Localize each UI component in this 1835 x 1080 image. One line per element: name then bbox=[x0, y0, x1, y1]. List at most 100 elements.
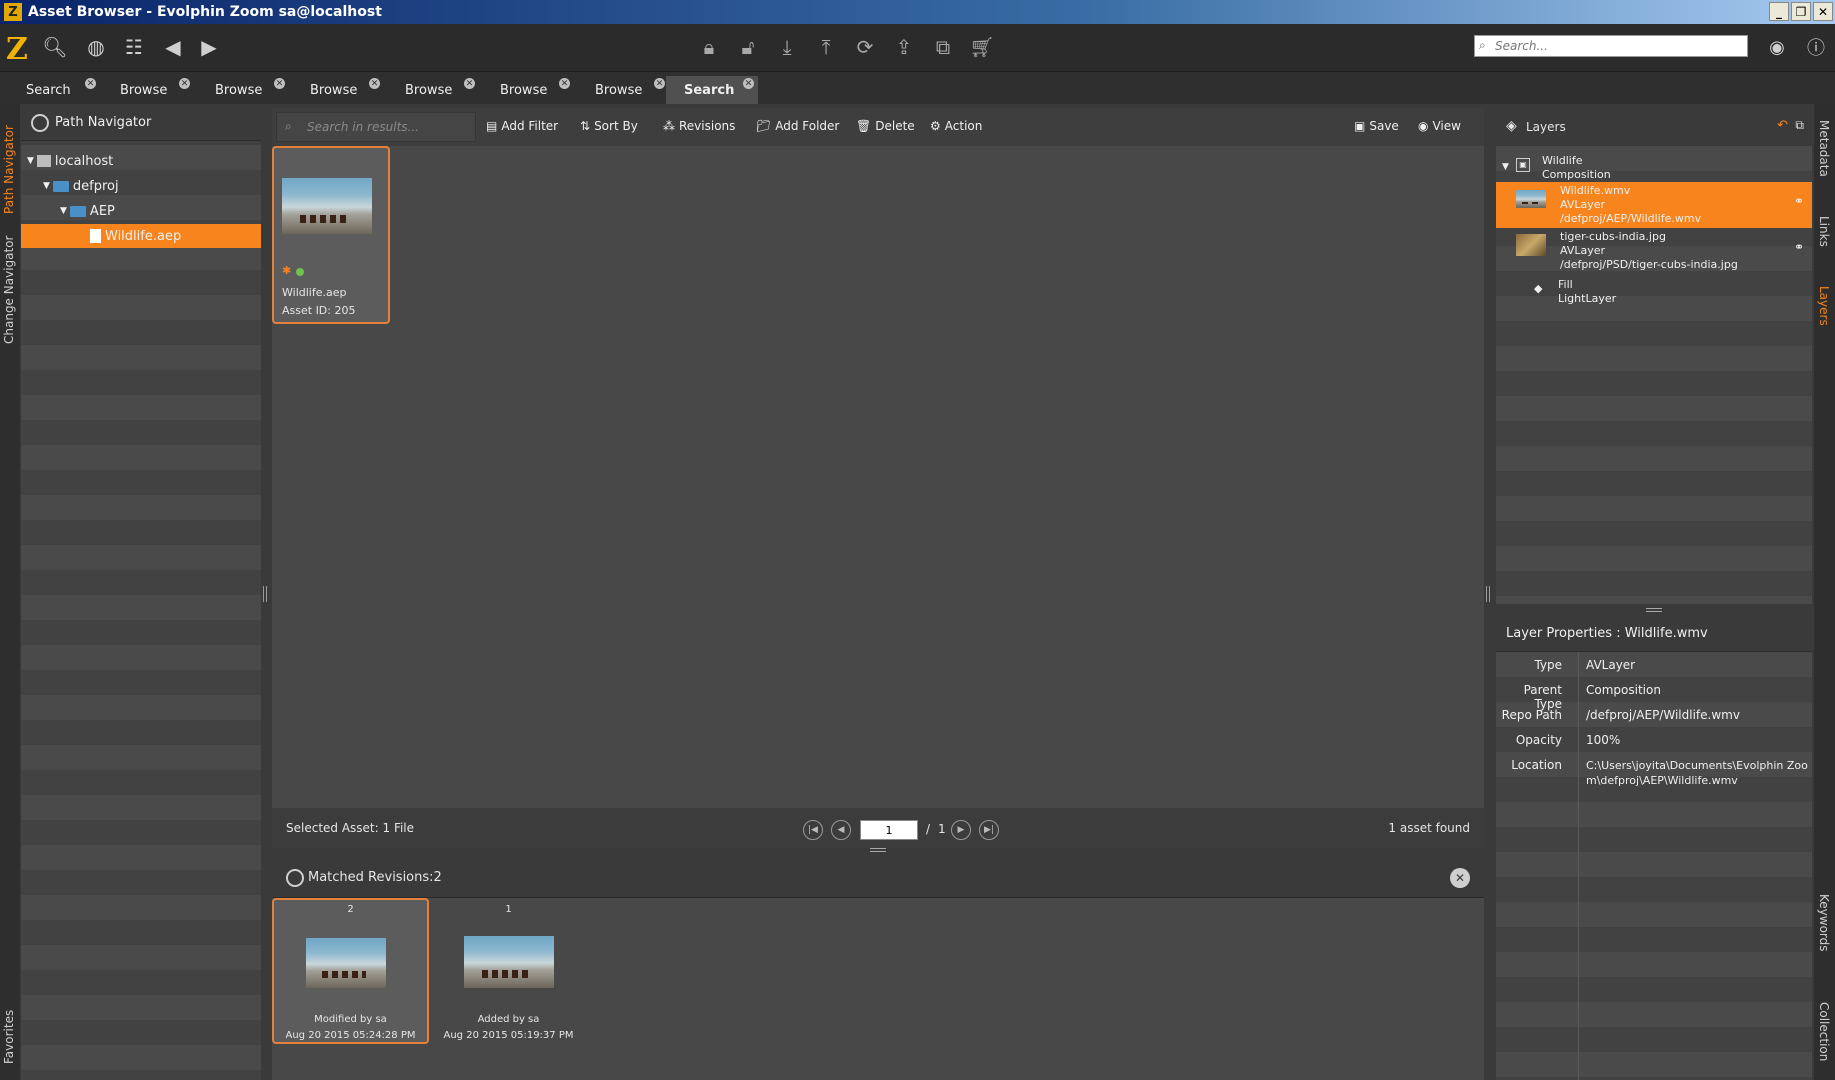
folder-icon bbox=[69, 205, 86, 217]
asset-name: Wildlife.aep bbox=[282, 286, 347, 299]
total-pages: 1 bbox=[938, 822, 946, 836]
page-separator: / bbox=[926, 822, 931, 836]
expand-triangle-icon[interactable]: ▼ bbox=[1502, 160, 1509, 174]
close-tab-icon[interactable]: ✕ bbox=[464, 78, 475, 89]
tree-node-aep[interactable]: ▼ AEP bbox=[60, 199, 115, 223]
close-window-button[interactable]: ✕ bbox=[1813, 2, 1833, 21]
tab-search[interactable]: Search ✕ bbox=[8, 76, 100, 104]
delete-button[interactable]: 🗑︎ Delete bbox=[856, 119, 915, 133]
close-revisions-button[interactable]: ✕ bbox=[1450, 868, 1470, 888]
layers-icon: ◈ bbox=[1506, 118, 1517, 134]
layer-root-composition[interactable]: ▼ ▣ Wildlife Composition bbox=[1496, 150, 1812, 184]
layer-properties-title: Layer Properties : Wildlife.wmv bbox=[1506, 626, 1708, 641]
page-number-input[interactable] bbox=[860, 820, 918, 840]
lock-icon[interactable]: 🔒︎ bbox=[696, 34, 722, 60]
last-page-button[interactable]: ▶| bbox=[979, 820, 999, 840]
help-icon[interactable]: ⓘ bbox=[1803, 34, 1829, 60]
tab-search-active[interactable]: Search ✕ bbox=[666, 76, 758, 104]
sync-icon[interactable]: ⟳ bbox=[852, 34, 878, 60]
browse-icon[interactable]: ☷ bbox=[121, 34, 147, 60]
revisions-icon: ⁂ bbox=[663, 119, 675, 133]
tab-browse[interactable]: Browse ✕ bbox=[292, 76, 384, 104]
download-icon[interactable]: ⤓ bbox=[774, 34, 800, 60]
composition-icon: ▣ bbox=[1516, 158, 1530, 172]
add-filter-button[interactable]: ▤ Add Filter bbox=[486, 119, 558, 133]
left-splitter-handle[interactable] bbox=[263, 586, 267, 602]
tab-browse[interactable]: Browse ✕ bbox=[482, 76, 574, 104]
property-row: Repo Path /defproj/AEP/Wildlife.wmv bbox=[1501, 708, 1740, 722]
back-arrow-icon[interactable]: ◀ bbox=[160, 34, 186, 60]
tab-browse[interactable]: Browse ✕ bbox=[102, 76, 194, 104]
tree-node-defproj[interactable]: ▼ defproj bbox=[43, 174, 119, 198]
metadata-strip-tab[interactable]: Metadata bbox=[1817, 120, 1831, 177]
tree-node-localhost[interactable]: ▼ localhost bbox=[27, 149, 113, 173]
tab-browse[interactable]: Browse ✕ bbox=[577, 76, 669, 104]
user-icon[interactable]: ◉ bbox=[1764, 34, 1790, 60]
bottom-splitter-handle[interactable] bbox=[870, 848, 886, 852]
revisions-list: 2 Modified by sa Aug 20 2015 05:24:28 PM… bbox=[272, 898, 1484, 1080]
close-tab-icon[interactable]: ✕ bbox=[654, 78, 665, 89]
tab-browse[interactable]: Browse ✕ bbox=[197, 76, 289, 104]
revision-card-selected[interactable]: 2 Modified by sa Aug 20 2015 05:24:28 PM bbox=[272, 898, 429, 1044]
eye-icon: ◉ bbox=[1418, 119, 1429, 133]
tree-node-wildlife-aep-selected[interactable]: Wildlife.aep bbox=[21, 224, 261, 248]
expand-triangle-icon[interactable]: ▼ bbox=[27, 156, 34, 166]
link-icon[interactable]: ⚭ bbox=[1794, 240, 1804, 254]
revision-card[interactable]: 1 Added by sa Aug 20 2015 05:19:37 PM bbox=[432, 898, 589, 1044]
add-folder-button[interactable]: 📁︎ Add Folder bbox=[756, 119, 839, 133]
search-in-results-input[interactable]: ⌕ Search in results... bbox=[276, 112, 476, 142]
tab-browse[interactable]: Browse ✕ bbox=[387, 76, 479, 104]
property-row: Parent Type Composition bbox=[1523, 683, 1661, 711]
change-navigator-strip-tab[interactable]: Change Navigator bbox=[2, 236, 16, 344]
keywords-strip-tab[interactable]: Keywords bbox=[1817, 894, 1831, 952]
compare-icon[interactable]: ⧉ bbox=[930, 34, 956, 60]
close-tab-icon[interactable]: ✕ bbox=[179, 78, 190, 89]
asset-thumbnail bbox=[282, 178, 372, 234]
next-page-button[interactable]: ▶ bbox=[951, 820, 971, 840]
expand-triangle-icon[interactable]: ▼ bbox=[60, 206, 67, 216]
revision-thumbnail bbox=[464, 936, 554, 988]
global-search-input[interactable]: ⌕ Search... bbox=[1474, 35, 1748, 57]
first-page-button[interactable]: |◀ bbox=[803, 820, 823, 840]
export-icon[interactable]: ⇪ bbox=[891, 34, 917, 60]
sort-by-button[interactable]: ⇅ Sort By bbox=[580, 119, 638, 133]
path-navigator-strip-tab[interactable]: Path Navigator bbox=[2, 125, 16, 214]
asset-card[interactable]: ✱ Wildlife.aep Asset ID: 205 bbox=[272, 146, 390, 324]
close-tab-icon[interactable]: ✕ bbox=[85, 78, 96, 89]
expand-triangle-icon[interactable]: ▼ bbox=[43, 181, 50, 191]
popout-icon[interactable]: ⧉ bbox=[1795, 118, 1804, 133]
layers-strip-tab[interactable]: Layers bbox=[1817, 286, 1831, 326]
action-button[interactable]: ⚙ Action bbox=[930, 119, 982, 133]
view-button[interactable]: ◉ View bbox=[1418, 119, 1461, 133]
minimize-button[interactable]: _ bbox=[1769, 2, 1789, 21]
save-button[interactable]: ▣ Save bbox=[1354, 119, 1399, 133]
forward-arrow-icon[interactable]: ▶ bbox=[196, 34, 222, 60]
search-icon[interactable]: 🔍︎ bbox=[42, 34, 68, 60]
links-strip-tab[interactable]: Links bbox=[1817, 216, 1831, 247]
layer-row-selected[interactable]: Wildlife.wmv AVLayer /defproj/AEP/Wildli… bbox=[1496, 182, 1812, 228]
zoom-logo-icon[interactable]: Z bbox=[6, 32, 28, 67]
unlock-icon[interactable]: 🔓︎ bbox=[735, 34, 761, 60]
favorites-strip-tab[interactable]: Favorites bbox=[2, 1010, 16, 1064]
cart-icon[interactable]: 🛒︎ bbox=[969, 34, 995, 60]
right-splitter-handle[interactable] bbox=[1486, 586, 1490, 602]
tab-bar: Search ✕ Browse ✕ Browse ✕ Browse ✕ Browse ✕ … bbox=[0, 72, 1835, 104]
layer-row[interactable]: tiger-cubs-india.jpg AVLayer /defproj/PS… bbox=[1496, 228, 1812, 274]
undo-icon[interactable]: ↶ bbox=[1777, 118, 1788, 133]
previous-page-button[interactable]: ◀ bbox=[831, 820, 851, 840]
selected-asset-count: Selected Asset: 1 File bbox=[286, 821, 415, 835]
collection-strip-tab[interactable]: Collection bbox=[1817, 1002, 1831, 1061]
restore-button[interactable]: ❐ bbox=[1791, 2, 1811, 21]
upload-icon[interactable]: ⤒ bbox=[813, 34, 839, 60]
close-tab-icon[interactable]: ✕ bbox=[369, 78, 380, 89]
globe-icon[interactable]: ◍ bbox=[83, 34, 109, 60]
close-tab-icon[interactable]: ✕ bbox=[274, 78, 285, 89]
right-side-strip: Metadata Links Layers Keywords Collectio… bbox=[1814, 104, 1835, 1080]
revision-date: Aug 20 2015 05:24:28 PM bbox=[285, 1030, 416, 1041]
link-icon[interactable]: ⚭ bbox=[1794, 194, 1804, 208]
layer-row[interactable]: ◆ Fill LightLayer bbox=[1496, 274, 1812, 308]
revisions-button[interactable]: ⁂ Revisions bbox=[663, 119, 735, 133]
layers-splitter-handle[interactable] bbox=[1646, 608, 1662, 612]
close-tab-icon[interactable]: ✕ bbox=[743, 78, 754, 89]
close-tab-icon[interactable]: ✕ bbox=[559, 78, 570, 89]
